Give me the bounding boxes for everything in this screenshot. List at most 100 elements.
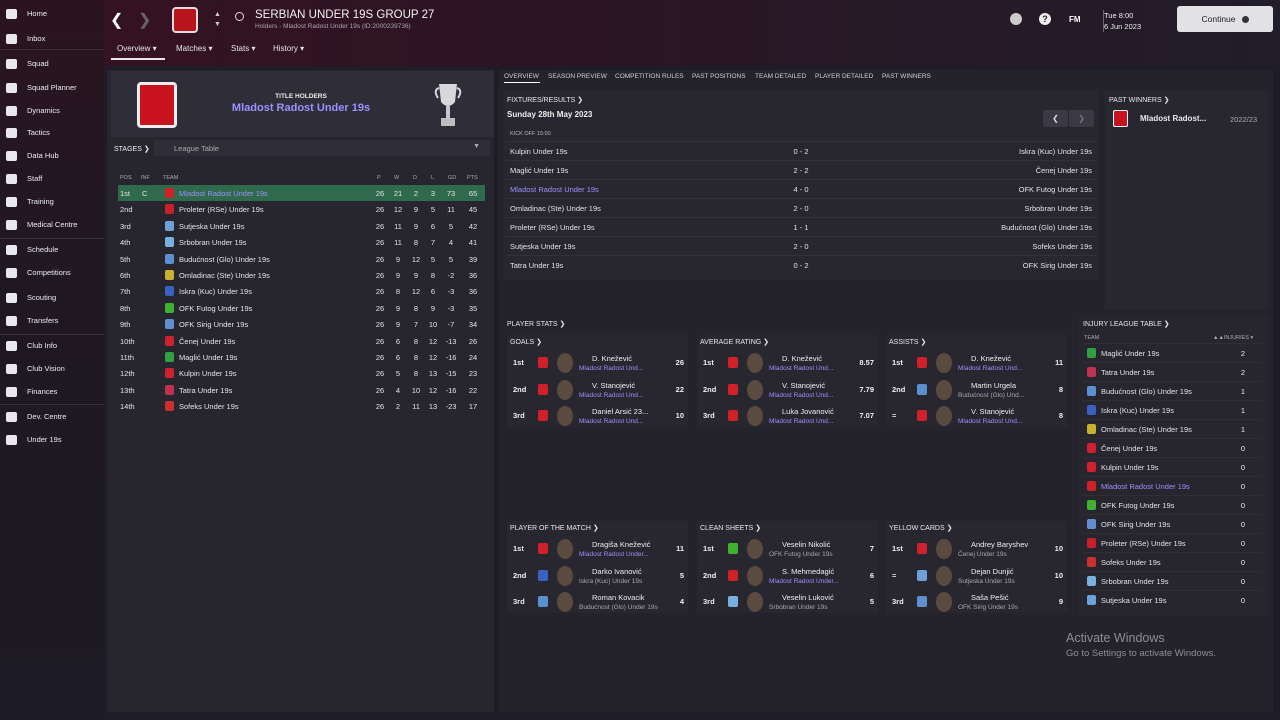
row-team[interactable]: OFK Futog Under 19s xyxy=(179,304,252,313)
fixture-score[interactable]: 2 - 0 xyxy=(793,242,809,251)
row-team[interactable]: Proleter (RSe) Under 19s xyxy=(179,205,264,214)
world-icon[interactable] xyxy=(1010,13,1022,25)
injury-team[interactable]: Omladinac (Ste) Under 19s xyxy=(1101,425,1192,434)
stat-group-header[interactable]: GOALS ❯ xyxy=(510,338,542,346)
stat-row[interactable]: = Dejan Dunjić Sutjeska Under 19s 10 xyxy=(886,563,1067,589)
tab-overview[interactable]: OVERVIEW xyxy=(504,73,539,80)
row-team[interactable]: Srbobran Under 19s xyxy=(179,238,247,247)
player-team[interactable]: Mladost Radost Und... xyxy=(958,365,1022,372)
row-team[interactable]: Sofeks Under 19s xyxy=(179,402,239,411)
tab-matches[interactable]: Matches ▾ xyxy=(176,44,212,53)
sidebar-item-club-vision[interactable]: Club Vision xyxy=(0,359,104,379)
sidebar-item-inbox[interactable]: Inbox xyxy=(0,29,104,49)
fixture-home[interactable]: Mladost Radost Under 19s xyxy=(510,185,599,194)
stat-group-header[interactable]: CLEAN SHEETS ❯ xyxy=(700,524,761,532)
fixture-row[interactable]: Kulpin Under 19s 0 - 2 Iskra (Kuc) Under 1… xyxy=(506,141,1096,159)
player-name[interactable]: Veselin Luković xyxy=(782,593,834,602)
row-team[interactable]: Iskra (Kuc) Under 19s xyxy=(179,287,252,296)
fixture-score[interactable]: 0 - 2 xyxy=(793,261,809,270)
fixture-row[interactable]: Maglić Under 19s 2 - 2 Čenej Under 19s xyxy=(506,160,1096,178)
player-team[interactable]: Sutjeska Under 19s xyxy=(958,578,1015,585)
row-team[interactable]: Čenej Under 19s xyxy=(179,337,235,346)
table-row[interactable]: 13th Tatra Under 19s 26 4 10 12 -16 22 xyxy=(118,382,485,398)
injury-team[interactable]: OFK Sirig Under 19s xyxy=(1101,520,1170,529)
fixture-row[interactable]: Tatra Under 19s 0 - 2 OFK Sirig Under 19s xyxy=(506,255,1096,273)
fixture-row[interactable]: Proleter (RSe) Under 19s 1 - 1 Budućnost (… xyxy=(506,217,1096,235)
sidebar-item-squad-planner[interactable]: Squad Planner xyxy=(0,78,104,98)
col-d[interactable]: D xyxy=(413,175,417,181)
stat-group-header[interactable]: ASSISTS ❯ xyxy=(889,338,926,346)
row-team[interactable]: OFK Sirig Under 19s xyxy=(179,320,248,329)
help-icon[interactable]: ? xyxy=(1039,13,1051,25)
col-l[interactable]: L xyxy=(431,175,434,181)
fixture-score[interactable]: 2 - 0 xyxy=(793,204,809,213)
stat-group-header[interactable]: YELLOW CARDS ❯ xyxy=(889,524,952,532)
table-row[interactable]: 14th Sofeks Under 19s 26 2 11 13 -23 17 xyxy=(118,398,485,414)
fixture-row[interactable]: Sutjeska Under 19s 2 - 0 Sofeks Under 19s xyxy=(506,236,1096,254)
previous-fixtures-button[interactable]: ❮ xyxy=(1043,110,1068,127)
fixture-home[interactable]: Maglić Under 19s xyxy=(510,166,568,175)
next-competition-arrow[interactable]: ▼ xyxy=(214,21,221,28)
stat-row[interactable]: 1st D. Knežević Mladost Radost Und... 26 xyxy=(507,350,688,376)
stat-row[interactable]: 1st D. Knežević Mladost Radost Und... 8.57 xyxy=(697,350,878,376)
sidebar-item-data-hub[interactable]: Data Hub xyxy=(0,146,104,166)
fixture-score[interactable]: 1 - 1 xyxy=(793,223,809,232)
table-row[interactable]: 8th OFK Futog Under 19s 26 9 8 9 -3 35 xyxy=(118,300,485,316)
injury-team[interactable]: Proleter (RSe) Under 19s xyxy=(1101,539,1186,548)
sidebar-item-training[interactable]: Training xyxy=(0,192,104,212)
fixture-score[interactable]: 0 - 2 xyxy=(793,147,809,156)
sidebar-item-schedule[interactable]: Schedule xyxy=(0,240,104,260)
table-row[interactable]: 7th Iskra (Kuc) Under 19s 26 8 12 6 -3 36 xyxy=(118,283,485,299)
table-row[interactable]: 5th Budućnost (Glo) Under 19s 26 9 12 5 5 39 xyxy=(118,251,485,267)
table-row[interactable]: 10th Čenej Under 19s 26 6 8 12 -13 26 xyxy=(118,333,485,349)
tab-competition-rules[interactable]: COMPETITION RULES xyxy=(615,73,684,80)
injury-team[interactable]: OFK Futog Under 19s xyxy=(1101,501,1174,510)
row-team[interactable]: Budućnost (Glo) Under 19s xyxy=(179,255,270,264)
tab-past-positions[interactable]: PAST POSITIONS xyxy=(692,73,746,80)
injury-row[interactable]: OFK Sirig Under 19s 0 xyxy=(1082,514,1262,533)
injury-row[interactable]: Iskra (Kuc) Under 19s 1 xyxy=(1082,400,1262,419)
player-team[interactable]: Iskra (Kuc) Under 19s xyxy=(579,578,642,585)
stat-group-header[interactable]: PLAYER OF THE MATCH ❯ xyxy=(510,524,599,532)
player-name[interactable]: Daniel Arsić 23... xyxy=(592,407,648,416)
fixture-away[interactable]: Srbobran Under 19s xyxy=(1024,204,1092,213)
fixture-home[interactable]: Omladinac (Ste) Under 19s xyxy=(510,204,601,213)
sidebar-item-scouting[interactable]: Scouting xyxy=(0,288,104,308)
stat-row[interactable]: 3rd Luka Jovanović Mladost Radost Und... 7.… xyxy=(697,403,878,429)
table-row[interactable]: 1st C Mladost Radost Under 19s 26 21 2 3 73 65 xyxy=(118,185,485,201)
injury-team[interactable]: Maglić Under 19s xyxy=(1101,349,1159,358)
table-row[interactable]: 12th Kulpin Under 19s 26 5 8 13 -15 23 xyxy=(118,365,485,381)
injury-row[interactable]: Tatra Under 19s 2 xyxy=(1082,362,1262,381)
player-name[interactable]: Dejan Dunjić xyxy=(971,567,1014,576)
stat-row[interactable]: 1st D. Knežević Mladost Radost Und... 11 xyxy=(886,350,1067,376)
injury-team[interactable]: Budućnost (Glo) Under 19s xyxy=(1101,387,1192,396)
player-name[interactable]: V. Stanojević xyxy=(971,407,1014,416)
fixture-score[interactable]: 4 - 0 xyxy=(793,185,809,194)
fixture-away[interactable]: OFK Sirig Under 19s xyxy=(1023,261,1092,270)
injury-row[interactable]: Srbobran Under 19s 0 xyxy=(1082,571,1262,590)
player-team[interactable]: OFK Futog Under 19s xyxy=(769,551,833,558)
injury-row[interactable]: Mladost Radost Under 19s 0 xyxy=(1082,476,1262,495)
previous-competition-arrow[interactable]: ▲ xyxy=(214,11,221,18)
player-name[interactable]: V. Stanojević xyxy=(592,381,635,390)
player-team[interactable]: Mladost Radost Under... xyxy=(769,578,839,585)
row-team[interactable]: Maglić Under 19s xyxy=(179,353,237,362)
stat-row[interactable]: 3rd Roman Kovacik Budućnost (Glo) Under 19… xyxy=(507,589,688,615)
sidebar-item-home[interactable]: Home xyxy=(0,4,104,24)
tab-past-winners[interactable]: PAST WINNERS xyxy=(882,73,931,80)
player-name[interactable]: S. Mehmedagić xyxy=(782,567,834,576)
table-row[interactable]: 9th OFK Sirig Under 19s 26 9 7 10 -7 34 xyxy=(118,316,485,332)
row-team[interactable]: Omladinac (Ste) Under 19s xyxy=(179,271,270,280)
title-holders-name[interactable]: Mladost Radost Under 19s xyxy=(230,102,372,114)
past-winners-header[interactable]: PAST WINNERS ❯ xyxy=(1109,96,1169,104)
col-pos[interactable]: POS xyxy=(120,175,132,181)
stat-row[interactable]: 1st Veselin Nikolić OFK Futog Under 19s 7 xyxy=(697,536,878,562)
injury-row[interactable]: Budućnost (Glo) Under 19s 1 xyxy=(1082,381,1262,400)
player-team[interactable]: Čenej Under 19s xyxy=(958,551,1007,558)
fixture-home[interactable]: Sutjeska Under 19s xyxy=(510,242,575,251)
col-p[interactable]: P xyxy=(377,175,381,181)
fixture-away[interactable]: Budućnost (Glo) Under 19s xyxy=(1001,223,1092,232)
player-stats-header[interactable]: PLAYER STATS ❯ xyxy=(507,320,565,328)
injury-row[interactable]: Omladinac (Ste) Under 19s 1 xyxy=(1082,419,1262,438)
sidebar-item-competitions[interactable]: Competitions xyxy=(0,263,104,283)
